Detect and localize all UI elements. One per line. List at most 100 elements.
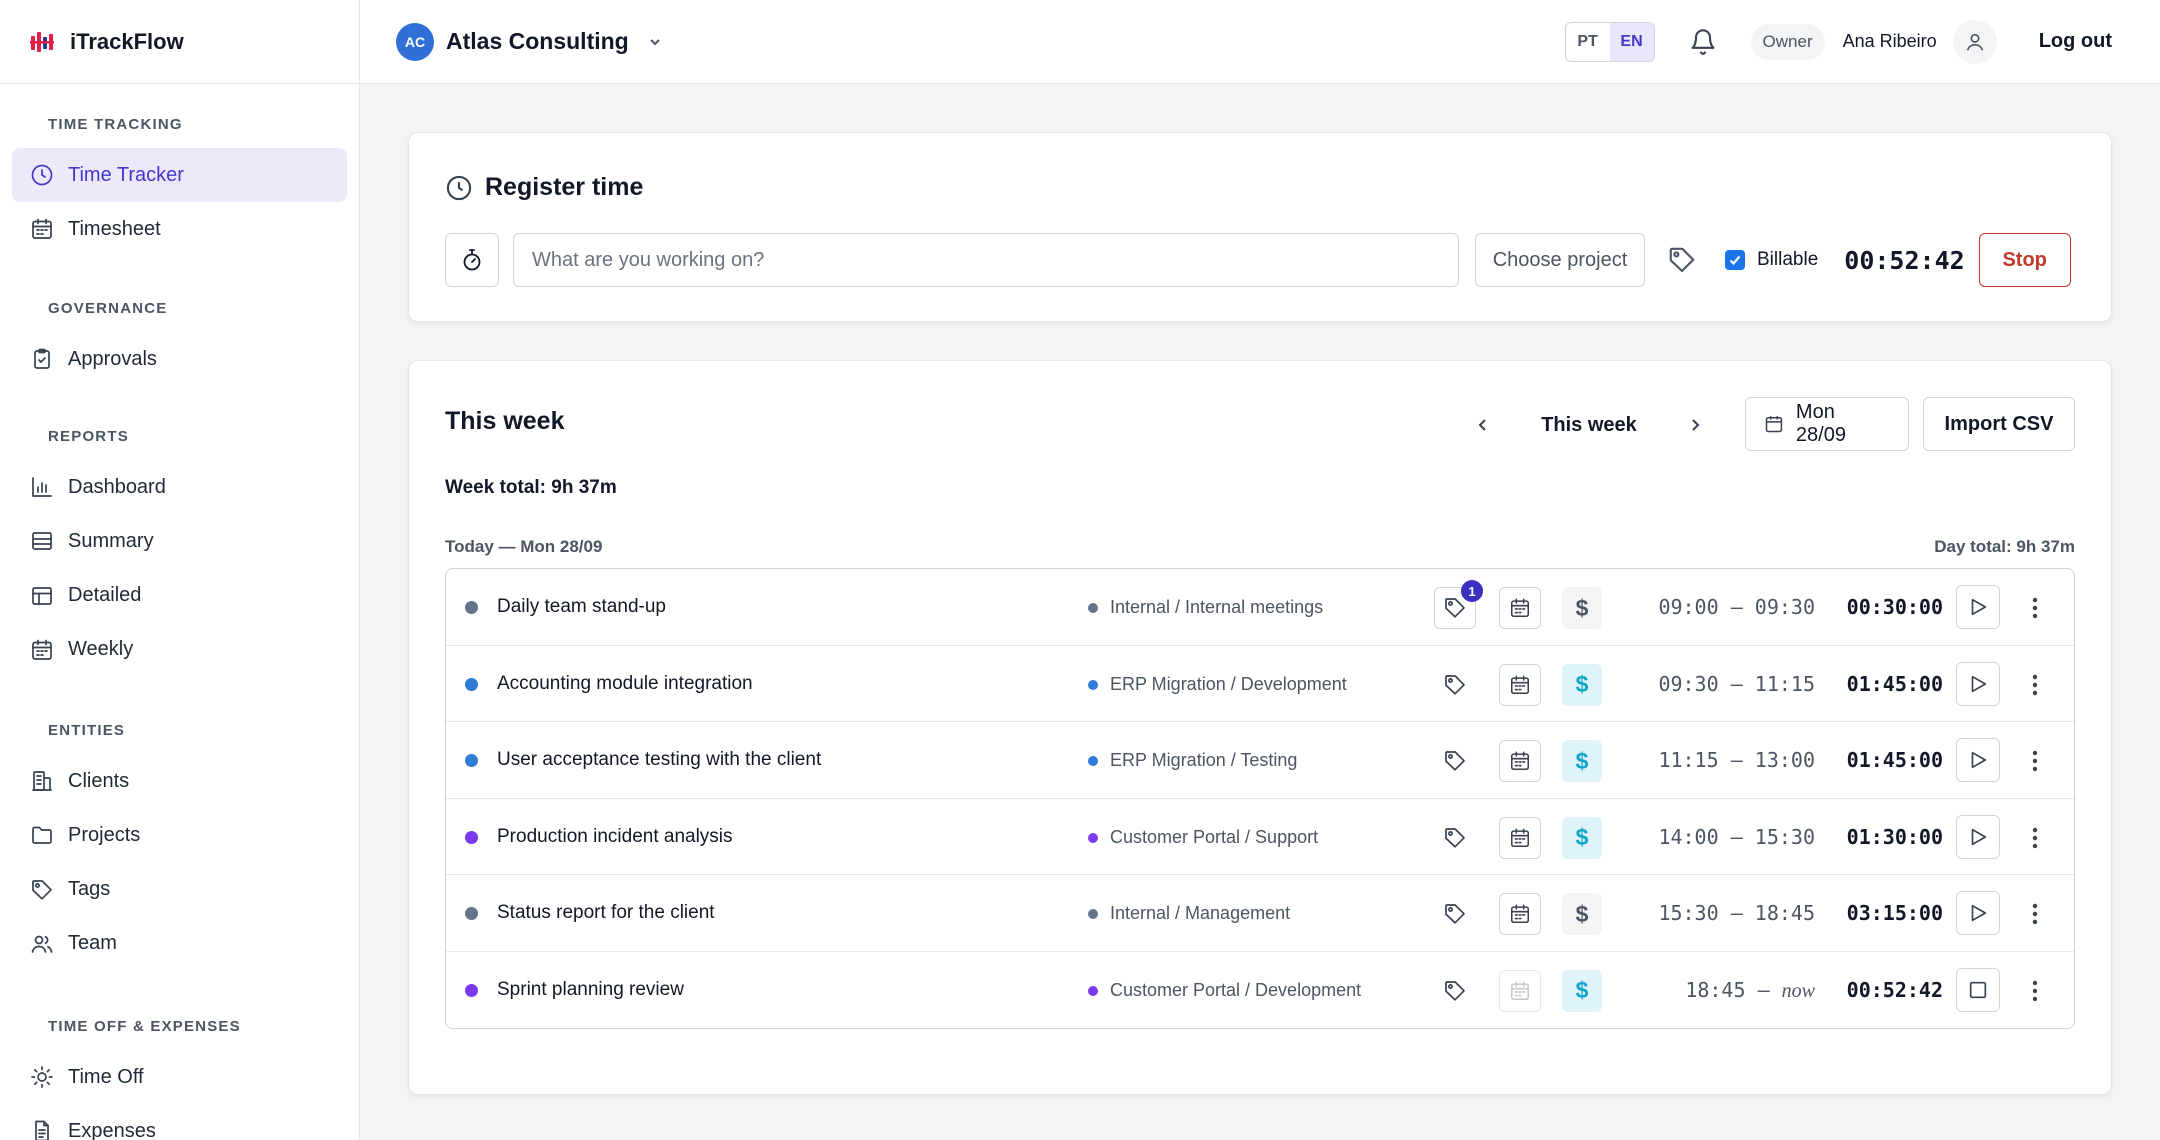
more-options-button[interactable] (2020, 821, 2050, 855)
continue-entry-button[interactable] (1956, 661, 2000, 706)
table-icon (32, 586, 52, 605)
stop-entry-button[interactable] (1956, 967, 2000, 1012)
tag-count-badge: 1 (1461, 580, 1483, 602)
entry-project[interactable]: Internal / Internal meetings (1110, 597, 1323, 618)
user-avatar[interactable] (1952, 19, 1997, 64)
entry-color-dot (465, 907, 478, 920)
entry-description[interactable]: Daily team stand-up (497, 596, 666, 618)
billable-checkbox[interactable] (1725, 250, 1745, 270)
sidebar-item-clients[interactable]: Clients (12, 754, 347, 808)
brand[interactable]: iTrackFlow (0, 0, 359, 84)
entry-date-button[interactable] (1499, 893, 1541, 935)
billable-toggle[interactable]: Billable (1725, 249, 1818, 271)
org-name[interactable]: Atlas Consulting (446, 28, 629, 55)
more-options-button[interactable] (2020, 974, 2050, 1008)
tag-icon[interactable] (1667, 245, 1697, 275)
billable-toggle-button[interactable]: $ (1562, 893, 1602, 935)
org-avatar[interactable]: AC (396, 22, 434, 61)
entry-time-range[interactable]: 11:15 – 13:00 (1658, 748, 1815, 772)
entry-date-button[interactable] (1499, 587, 1541, 629)
stop-button[interactable]: Stop (1978, 233, 2071, 287)
entry-time-range[interactable]: 14:00 – 15:30 (1658, 825, 1815, 849)
more-options-button[interactable] (2020, 668, 2050, 702)
continue-entry-button[interactable] (1956, 585, 2000, 629)
play-icon (1971, 828, 1987, 845)
entry-tag-button[interactable] (1434, 817, 1476, 859)
continue-entry-button[interactable] (1956, 738, 2000, 782)
entry-tag-button[interactable]: 1 (1434, 580, 1483, 629)
entry-end: 13:00 (1754, 748, 1815, 772)
time-entry-row[interactable]: Status report for the client Internal / M… (446, 875, 2074, 952)
clock-icon (31, 164, 53, 186)
more-options-button[interactable] (2020, 744, 2050, 778)
sidebar-item-time-off[interactable]: Time Off (12, 1050, 347, 1104)
entry-tag-button[interactable] (1434, 664, 1476, 706)
entry-description[interactable]: Status report for the client (497, 902, 715, 924)
entry-time-range[interactable]: 15:30 – 18:45 (1658, 901, 1815, 925)
entry-time-range[interactable]: 09:00 – 09:30 (1658, 595, 1815, 619)
logout-button[interactable]: Log out (2039, 30, 2112, 53)
timer-mode-button[interactable] (445, 233, 499, 287)
entry-project[interactable]: ERP Migration / Development (1110, 674, 1347, 695)
billable-toggle-button[interactable]: $ (1562, 969, 1602, 1012)
import-csv-button[interactable]: Import CSV (1923, 397, 2075, 451)
entry-description[interactable]: Accounting module integration (497, 673, 753, 695)
entry-date-button[interactable] (1499, 663, 1541, 706)
entry-project[interactable]: Customer Portal / Development (1110, 980, 1361, 1001)
continue-entry-button[interactable] (1956, 814, 2000, 859)
billable-toggle-button[interactable]: $ (1562, 587, 1602, 629)
top-header: AC Atlas Consulting PT EN Owner Ana Ribe… (360, 0, 2160, 84)
sidebar-item-weekly[interactable]: Weekly (12, 623, 347, 677)
sidebar-item-time-tracker[interactable]: Time Tracker (12, 148, 347, 202)
prev-week-button[interactable] (1469, 411, 1497, 439)
entry-date-button[interactable] (1499, 740, 1541, 782)
sidebar-item-dashboard[interactable]: Dashboard (12, 460, 347, 514)
entry-project[interactable]: ERP Migration / Testing (1110, 750, 1297, 771)
billable-toggle-button[interactable]: $ (1562, 816, 1602, 859)
sidebar-item-tags[interactable]: Tags (12, 863, 347, 917)
sidebar-item-detailed[interactable]: Detailed (12, 569, 347, 623)
sidebar-item-approvals[interactable]: Approvals (12, 332, 347, 386)
choose-project-button[interactable]: Choose project (1475, 233, 1645, 287)
list-icon (32, 532, 52, 551)
chevron-down-icon[interactable] (647, 34, 663, 50)
lang-en-button[interactable]: EN (1609, 22, 1654, 61)
sidebar-item-timesheet[interactable]: Timesheet (12, 202, 347, 256)
sidebar-item-expenses[interactable]: Expenses (12, 1104, 347, 1140)
time-entry-row[interactable]: Sprint planning review Customer Portal / … (446, 952, 2074, 1029)
time-entry-row[interactable]: Production incident analysis Customer Por… (446, 799, 2074, 875)
sidebar-item-label: Time Off (68, 1065, 144, 1088)
time-entry-row[interactable]: Daily team stand-up Internal / Internal m… (446, 569, 2074, 646)
entry-time-range[interactable]: 09:30 – 11:15 (1658, 672, 1815, 696)
date-picker-button[interactable]: Mon 28/09 (1745, 397, 1909, 451)
entry-tag-button[interactable] (1434, 970, 1476, 1012)
sidebar-item-projects[interactable]: Projects (12, 808, 347, 862)
task-description-input[interactable] (513, 233, 1459, 287)
entry-date-button[interactable] (1499, 816, 1541, 859)
calendar-icon (32, 639, 52, 660)
billable-toggle-button[interactable]: $ (1562, 740, 1602, 782)
more-options-button[interactable] (2020, 897, 2050, 931)
entry-time-range[interactable]: 18:45 – now (1685, 978, 1815, 1003)
lang-pt-button[interactable]: PT (1566, 23, 1610, 61)
sidebar-item-summary[interactable]: Summary (12, 514, 347, 568)
entry-project[interactable]: Customer Portal / Support (1110, 827, 1318, 848)
sidebar-item-team[interactable]: Team (12, 917, 347, 971)
project-color-dot (1088, 756, 1098, 766)
time-entry-row[interactable]: Accounting module integration ERP Migrati… (446, 646, 2074, 722)
next-week-button[interactable] (1681, 411, 1709, 439)
entry-tag-button[interactable] (1434, 740, 1476, 782)
receipt-icon (35, 1120, 49, 1140)
continue-entry-button[interactable] (1956, 891, 2000, 935)
bell-icon[interactable] (1689, 28, 1717, 56)
more-options-button[interactable] (2020, 591, 2050, 625)
entry-project[interactable]: Internal / Management (1110, 903, 1290, 924)
entry-date-button[interactable] (1499, 969, 1541, 1012)
entry-description[interactable]: User acceptance testing with the client (497, 749, 821, 771)
entry-description[interactable]: Sprint planning review (497, 979, 684, 1001)
entry-description[interactable]: Production incident analysis (497, 826, 733, 848)
entry-tag-button[interactable] (1434, 893, 1476, 935)
sidebar-item-label: Summary (68, 529, 154, 552)
billable-toggle-button[interactable]: $ (1562, 663, 1602, 706)
time-entry-row[interactable]: User acceptance testing with the client E… (446, 722, 2074, 799)
